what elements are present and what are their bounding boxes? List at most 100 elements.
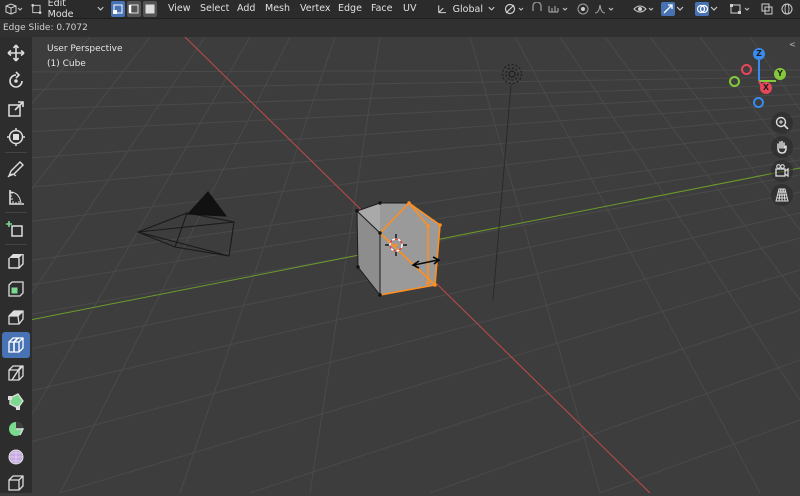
xray-icon [761, 3, 773, 15]
gizmo-neg-x-axis[interactable] [741, 64, 752, 75]
shading-solid-button[interactable] [778, 1, 796, 17]
tool-measure[interactable] [2, 184, 30, 210]
tool-knife[interactable] [2, 360, 30, 386]
hand-pan-icon [777, 140, 787, 154]
face-select-button[interactable] [143, 1, 157, 17]
bevel-icon [8, 310, 24, 325]
gizmo-y-axis[interactable]: Y [774, 68, 786, 80]
pivot-icon [504, 3, 524, 15]
menu-uv[interactable]: UV [403, 0, 416, 18]
orientation-label: Global [452, 3, 483, 15]
tool-extrude-region[interactable] [2, 248, 30, 274]
grid-perspective-icon [775, 188, 789, 202]
pivot-point-dropdown[interactable] [502, 1, 528, 17]
edge-select-icon [128, 4, 139, 14]
vertex-select-button[interactable] [111, 1, 125, 17]
transform-orientation-dropdown[interactable]: Global [436, 1, 496, 17]
overlays-icon [696, 4, 708, 14]
perspective-toggle-button[interactable] [771, 184, 793, 206]
orientation-axes-icon [438, 5, 446, 14]
tool-scale[interactable] [2, 96, 30, 122]
navigation-gizmo[interactable]: Z Y X [726, 45, 796, 115]
gizmo-neg-y-axis[interactable] [729, 76, 740, 87]
proportional-editing-toggle[interactable] [576, 1, 590, 17]
chevron-down-icon [710, 6, 718, 11]
tool-smooth[interactable] [2, 444, 30, 470]
toolbar-separator [5, 212, 27, 213]
loop-cut-icon [8, 337, 24, 353]
extrude-icon [8, 254, 24, 269]
gizmo-z-axis[interactable]: Z [753, 48, 765, 60]
tool-poly-build[interactable] [2, 388, 30, 414]
visibility-dropdown[interactable] [632, 1, 658, 17]
menu-vertex[interactable]: Vertex [300, 0, 331, 18]
poly-build-icon [8, 393, 24, 410]
zoom-button[interactable] [771, 112, 793, 134]
snap-toggle[interactable] [530, 1, 544, 17]
zoom-icon [775, 116, 789, 130]
tool-bevel[interactable] [2, 304, 30, 330]
wireframe-shading-icon [781, 3, 793, 15]
chevron-down-icon [676, 6, 684, 11]
3d-viewport-icon [5, 3, 23, 15]
menu-mesh[interactable]: Mesh [265, 0, 290, 18]
snap-target-dropdown[interactable] [546, 1, 572, 17]
camera-view-icon [775, 164, 789, 178]
edge-select-button[interactable] [127, 1, 141, 17]
3d-viewport[interactable]: User Perspective (1) Cube Z Y X < [0, 37, 800, 493]
move-arrows-icon [7, 44, 25, 62]
pan-button[interactable] [771, 136, 793, 158]
gizmo-arrow-icon [663, 4, 673, 14]
falloff-dropdown[interactable] [592, 1, 618, 17]
tool-annotate[interactable] [2, 156, 30, 182]
knife-icon [8, 365, 24, 381]
mesh-edit-overlays-dropdown[interactable] [728, 1, 754, 17]
tool-add-cube[interactable] [2, 216, 30, 242]
smooth-sphere-icon [8, 449, 24, 465]
chevron-down-icon [488, 6, 495, 11]
proportional-circle-icon [577, 3, 589, 15]
gizmo-dropdown[interactable] [660, 1, 686, 17]
annotate-pencil-icon [7, 161, 24, 178]
tool-move[interactable] [2, 40, 30, 66]
mode-label: Edit Mode [47, 0, 74, 20]
perspective-label: User Perspective [47, 44, 123, 54]
eye-icon [633, 5, 654, 13]
tool-rotate[interactable] [2, 68, 30, 94]
viewport-scene [0, 37, 800, 493]
face-select-icon [145, 4, 155, 14]
snap-increment-icon [548, 6, 568, 13]
gizmo-x-axis[interactable]: X [760, 82, 772, 94]
menu-select[interactable]: Select [200, 0, 229, 18]
viewport-header: Edit Mode View Select Add Mesh Vertex Ed… [0, 0, 800, 20]
toolbar-separator [5, 244, 27, 245]
tool-shear[interactable] [2, 470, 30, 496]
menu-view[interactable]: View [168, 0, 191, 18]
toolbar-separator [5, 152, 27, 153]
chevron-down-icon [97, 6, 104, 11]
edit-mode-icon [31, 3, 42, 15]
editor-type-button[interactable] [2, 1, 24, 17]
tool-transform[interactable] [2, 124, 30, 150]
spin-icon [9, 422, 25, 436]
mesh-overlay-icon [730, 4, 750, 14]
menu-edge[interactable]: Edge [338, 0, 362, 18]
edge-slide-status: Edge Slide: 0.7072 [3, 23, 88, 33]
tool-shelf [0, 37, 32, 493]
menu-face[interactable]: Face [371, 0, 392, 18]
tool-spin[interactable] [2, 416, 30, 442]
rotate-icon [9, 71, 23, 88]
shear-icon [8, 475, 24, 491]
xray-toggle[interactable] [760, 1, 774, 17]
measure-ruler-icon [9, 190, 24, 205]
operator-status-bar: Edge Slide: 0.7072 [0, 19, 800, 37]
tool-inset-faces[interactable] [2, 276, 30, 302]
menu-add[interactable]: Add [237, 0, 255, 18]
overlays-dropdown[interactable] [694, 1, 720, 17]
gizmo-neg-z-axis[interactable] [753, 97, 764, 108]
sidebar-toggle-arrow[interactable]: < [789, 40, 796, 49]
tool-loop-cut[interactable] [2, 332, 30, 358]
camera-view-button[interactable] [771, 160, 793, 182]
vertex-select-icon [113, 4, 123, 14]
mode-dropdown[interactable]: Edit Mode [30, 0, 105, 20]
